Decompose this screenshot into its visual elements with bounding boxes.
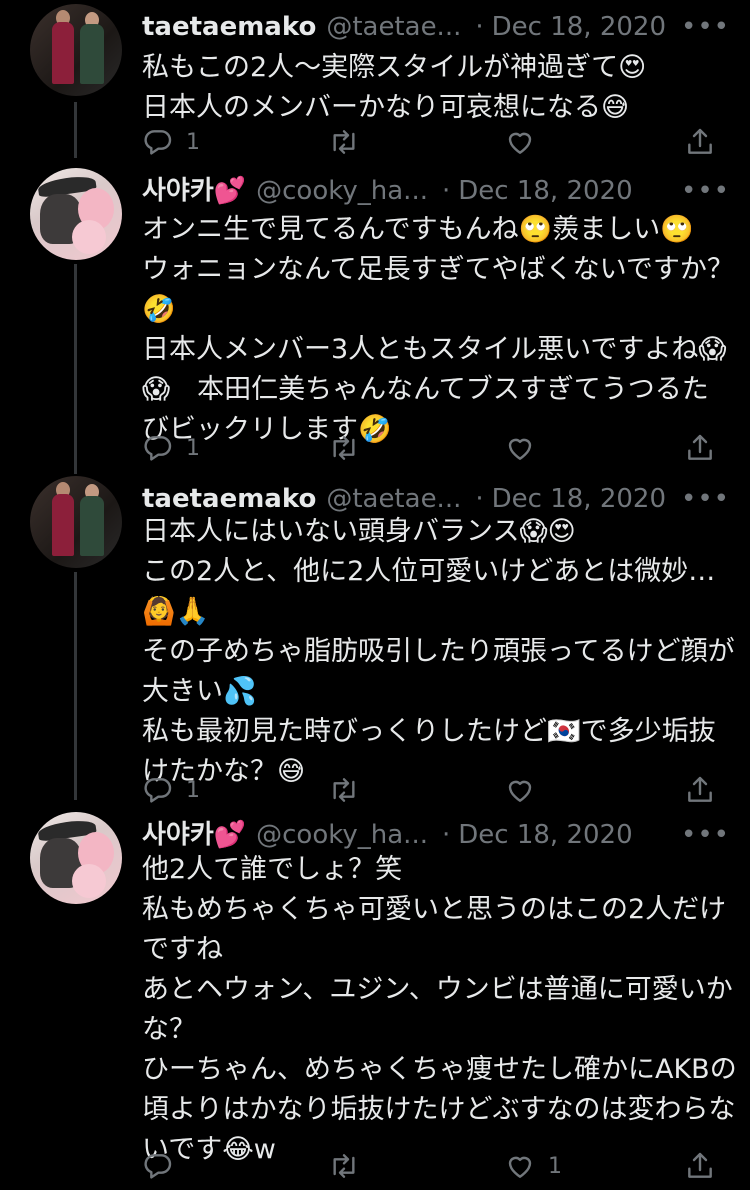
tweet-header: taetaemako @taetae... · Dec 18, 2020 ••• [142,482,730,516]
display-name[interactable]: 사야카💕 [142,820,246,850]
share-button[interactable] [684,428,716,468]
separator: · [441,820,451,850]
timestamp[interactable]: Dec 18, 2020 [458,176,632,206]
tweet-text-line: 他2人て誰でしょ？笑 [142,854,403,885]
tweet-text-line: あとヘウォン、ユジン、ウンビは普通に可愛いか [142,974,733,1005]
tweet-text-line: ひーちゃん、めちゃくちゃ痩せたし確かにAKBの [142,1054,737,1085]
tweet-text-line: オンニ生で見てるんですもんね🙄羨ましい🙄 [142,214,694,245]
retweet-icon [333,778,355,802]
tweet-text-line: 🙆🙏 [142,596,210,627]
tweet-text-line: 日本人にはいない頭身バランス😱😍 [142,516,576,547]
share-icon [688,776,712,802]
retweet-button[interactable] [328,770,372,810]
share-button[interactable] [684,1146,716,1186]
retweet-icon [333,130,355,154]
like-button[interactable] [504,428,548,468]
tweet-text-line: 私もめちゃくちゃ可愛いと思うのはこの2人だけ [142,894,727,925]
tweet[interactable]: taetaemako @taetae... · Dec 18, 2020 ••• 日本… [0,476,750,816]
reply-icon [144,130,172,155]
share-icon [688,434,712,460]
tweet-header: 사야카💕 @cooky_ha... · Dec 18, 2020 ••• [142,174,730,208]
tweet-text-line: 私も最初見た時びっくりしたけど🇰🇷で多少垢抜 [142,716,716,747]
reply-count: 1 [186,777,200,803]
tweet-text-line: 私もこの2人〜実際スタイルが神過ぎて😍 [142,52,647,83]
retweet-icon [333,436,355,460]
avatar[interactable] [30,476,122,568]
share-icon [688,128,712,154]
user-handle[interactable]: @taetae... [326,484,461,514]
timestamp[interactable]: Dec 18, 2020 [492,484,666,514]
tweet-text-line: この2人と、他に2人位可愛いけどあとは微妙… [142,556,716,587]
tweet-actions: 1 [142,1146,722,1186]
timestamp[interactable]: Dec 18, 2020 [492,12,666,42]
tweet-text: 他2人て誰でしょ？笑 私もめちゃくちゃ可愛いと思うのはこの2人だけ ですね あと… [142,850,737,1170]
like-button[interactable] [504,770,548,810]
retweet-icon [333,1154,355,1178]
tweet-text-line: 🤣 [142,294,176,325]
tweet-header: taetaemako @taetae... · Dec 18, 2020 ••• [142,10,730,44]
tweet-text: 日本人にはいない頭身バランス😱😍 この2人と、他に2人位可愛いけどあとは微妙… … [142,512,735,792]
more-options-icon[interactable]: ••• [681,10,730,44]
reply-count: 1 [186,129,200,155]
tweet-text-line: 😱 本田仁美ちゃんなんてブスすぎてうつるた [142,374,709,405]
avatar[interactable] [30,812,122,904]
share-icon [688,1152,712,1178]
reply-button[interactable]: 1 [142,428,200,468]
reply-button[interactable]: 1 [142,770,200,810]
tweet-text-line: な？ [142,1014,196,1045]
retweet-button[interactable] [328,428,372,468]
more-options-icon[interactable]: ••• [681,482,730,516]
tweet[interactable]: 사야카💕 @cooky_ha... · Dec 18, 2020 ••• 他2人て誰で… [0,812,750,1190]
reply-icon [144,1154,172,1179]
heart-icon [508,780,532,802]
reply-button[interactable] [142,1146,186,1186]
more-options-icon[interactable]: ••• [681,818,730,852]
tweet-text-line: 頃よりはかなり垢抜けたけどぶすなのは変わらな [142,1094,736,1125]
tweet[interactable]: 사야카💕 @cooky_ha... · Dec 18, 2020 ••• オンニ生で見… [0,168,750,478]
display-name[interactable]: taetaemako [142,12,316,42]
reply-icon [144,778,172,803]
tweet-text-line: 大きい💦 [142,676,257,707]
tweet-text-line: ウォニョンなんて足長すぎてやばくないですか？ [142,254,734,285]
display-name[interactable]: taetaemako [142,484,316,514]
tweet-text-line: その子めちゃ脂肪吸引したり頑張ってるけど顔が [142,636,735,667]
user-handle[interactable]: @cooky_ha... [256,820,428,850]
retweet-button[interactable] [328,1146,372,1186]
display-name[interactable]: 사야카💕 [142,176,246,206]
user-handle[interactable]: @cooky_ha... [256,176,428,206]
like-button[interactable]: 1 [504,1146,562,1186]
heart-icon [508,438,532,460]
heart-icon [508,1156,532,1178]
share-button[interactable] [684,770,716,810]
separator: · [441,176,451,206]
tweet-actions: 1 [142,770,722,810]
tweet-text-line: ですね [142,934,223,965]
tweet-text: オンニ生で見てるんですもんね🙄羨ましい🙄 ウォニョンなんて足長すぎてやばくないで… [142,210,734,450]
separator: · [475,484,484,514]
timestamp[interactable]: Dec 18, 2020 [458,820,632,850]
separator: · [475,12,484,42]
tweet-actions: 1 [142,428,722,468]
share-button[interactable] [684,122,716,162]
reply-icon [144,436,172,461]
more-options-icon[interactable]: ••• [681,174,730,208]
reply-count: 1 [186,435,200,461]
avatar[interactable] [30,4,122,96]
like-button[interactable] [504,122,548,162]
retweet-button[interactable] [328,122,372,162]
heart-icon [508,132,532,154]
tweet-actions: 1 [142,122,722,162]
tweet[interactable]: taetaemako @taetae... · Dec 18, 2020 ••• 私も… [0,4,750,164]
user-handle[interactable]: @taetae... [326,12,461,42]
reply-button[interactable]: 1 [142,122,200,162]
avatar[interactable] [30,168,122,260]
tweet-header: 사야카💕 @cooky_ha... · Dec 18, 2020 ••• [142,818,730,852]
like-count: 1 [548,1153,562,1179]
tweet-text-line: 日本人メンバー3人ともスタイル悪いですよね😱 [142,334,727,365]
tweet-text: 私もこの2人〜実際スタイルが神過ぎて😍 日本人のメンバーかなり可哀想になる😅 [142,48,732,128]
